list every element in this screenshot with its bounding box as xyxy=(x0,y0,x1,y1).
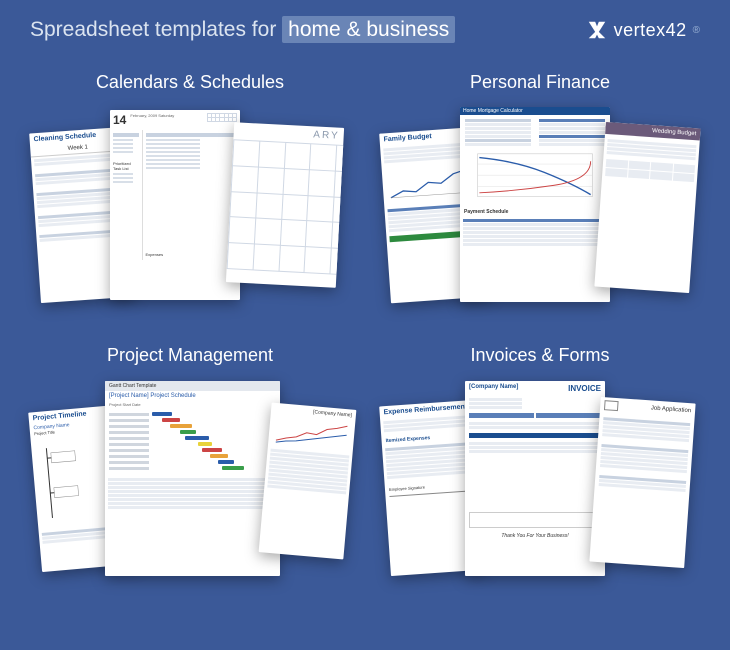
sheet-wedding-budget: Wedding Budget xyxy=(594,122,700,293)
category-title: Invoices & Forms xyxy=(470,345,609,366)
category-finance: Personal Finance Family Budget Home Mort… xyxy=(380,72,700,325)
tagline-prefix: Spreadsheet templates for xyxy=(30,18,276,41)
sheet-stack: Expense Reimbursement Itemized Expenses … xyxy=(385,378,695,598)
header: Spreadsheet templates for home & busines… xyxy=(0,0,730,52)
logo-text: vertex42 xyxy=(614,20,687,41)
sheet-title: Job Application xyxy=(651,405,692,414)
sheet-mortgage-calculator: Home Mortgage Calculator Payment Schedul… xyxy=(460,107,610,302)
category-title: Calendars & Schedules xyxy=(96,72,284,93)
footer-label: Expenses xyxy=(146,252,238,257)
invoice-label: INVOICE xyxy=(568,384,601,393)
sheet-gantt-chart: Gantt Chart Template [Project Name] Proj… xyxy=(105,381,280,576)
payment-schedule-label: Payment Schedule xyxy=(460,207,610,217)
sheet-stack: Family Budget Home Mortgage Calculator xyxy=(385,105,695,325)
logo-icon xyxy=(586,19,608,41)
tagline-highlight: home & business xyxy=(282,16,455,43)
sheet-stack: Project Timeline Company Name Project Ti… xyxy=(35,378,345,598)
sheet-header-bar: Home Mortgage Calculator xyxy=(460,107,610,115)
day-number: 14 xyxy=(113,113,126,127)
sheet-subtitle: [Project Name] Project Schedule xyxy=(105,391,280,401)
sheet-title: Gantt Chart Template xyxy=(105,381,280,391)
day-date: February, 2009 Saturday xyxy=(130,113,174,118)
sheet-daily-planner: 14 February, 2009 Saturday Priorit xyxy=(110,110,240,300)
sheet-company-report: [Company Name] xyxy=(259,403,357,560)
category-grid: Calendars & Schedules Cleaning Schedule … xyxy=(0,52,730,618)
category-calendars: Calendars & Schedules Cleaning Schedule … xyxy=(30,72,350,325)
tagline: Spreadsheet templates for home & busines… xyxy=(30,18,455,42)
logo-reg: ® xyxy=(693,25,700,36)
sheet-month-calendar: ARY xyxy=(226,122,344,288)
sheet-job-application: Job Application xyxy=(589,397,695,568)
company-name: [Company Name] xyxy=(469,384,518,393)
sheet-stack: Cleaning Schedule Week 1 14 February, 20… xyxy=(35,105,345,325)
category-invoices: Invoices & Forms Expense Reimbursement I… xyxy=(380,345,700,598)
amortization-chart-icon xyxy=(460,150,610,205)
category-project: Project Management Project Timeline Comp… xyxy=(30,345,350,598)
start-date-label: Project Start Date xyxy=(105,401,280,408)
thank-you: Thank You For Your Business! xyxy=(465,530,605,542)
trend-chart-icon xyxy=(268,415,355,452)
task-list-label: Prioritized Task List xyxy=(113,161,139,171)
category-title: Project Management xyxy=(107,345,273,366)
logo: vertex42 ® xyxy=(586,19,700,41)
sheet-invoice: [Company Name] INVOICE Thank You For You… xyxy=(465,381,605,576)
category-title: Personal Finance xyxy=(470,72,610,93)
